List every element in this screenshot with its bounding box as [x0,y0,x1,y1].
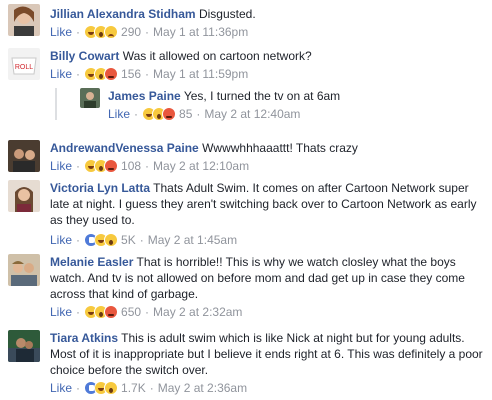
reply-thread-line [55,88,57,120]
wow-reaction-icon [104,233,119,247]
reaction-icons[interactable] [84,159,119,173]
comment-text: Yes, I turned the tv on at 6am [183,89,341,103]
svg-text:ROLL: ROLL [15,64,33,71]
separator: · [149,381,154,395]
comment-body: AndrewandVenessa Paine Wwwwhhhaaattt! Th… [50,140,480,156]
like-link[interactable]: Like [50,304,72,320]
separator: · [76,67,81,81]
reaction-icons[interactable] [84,67,119,81]
reaction-icons[interactable] [142,107,177,121]
comment-body: Victoria Lyn Latta Thats Adult Swim. It … [50,180,480,228]
commenter-name[interactable]: Tiara Atkins [50,331,118,345]
like-link[interactable]: Like [50,66,72,82]
separator: · [76,305,81,319]
reaction-count[interactable]: 5K [121,232,136,248]
reaction-icons[interactable] [84,233,119,247]
reaction-count[interactable]: 85 [179,106,192,122]
avatar[interactable] [8,180,40,212]
commenter-name[interactable]: Billy Cowart [50,49,119,63]
like-link[interactable]: Like [50,158,72,174]
commenter-name[interactable]: AndrewandVenessa Paine [50,141,199,155]
comment-body: Billy Cowart Was it allowed on cartoon n… [50,48,480,64]
timestamp[interactable]: May 1 at 11:59pm [153,66,248,82]
separator: · [139,233,144,247]
comment-meta: Like · 5K · May 2 at 1:45am [50,232,237,248]
avatar[interactable] [8,140,40,172]
comment-text: Wwwwhhhaaattt! Thats crazy [202,141,358,155]
commenter-name[interactable]: Victoria Lyn Latta [50,181,150,195]
timestamp[interactable]: May 2 at 12:10am [153,158,249,174]
avatar[interactable] [80,88,100,108]
like-link[interactable]: Like [108,106,130,122]
comment-body: Jillian Alexandra Stidham Disgusted. [50,6,480,22]
angry-reaction-icon [162,107,177,121]
avatar[interactable] [8,330,40,362]
comment-body: Melanie Easler That is horrible!! This i… [50,254,480,302]
avatar[interactable] [8,4,40,36]
comment-body: James Paine Yes, I turned the tv on at 6… [108,88,478,104]
commenter-name[interactable]: Jillian Alexandra Stidham [50,7,196,21]
separator: · [76,159,81,173]
commenter-name[interactable]: Melanie Easler [50,255,133,269]
separator: · [145,25,150,39]
avatar[interactable]: ROLL [8,48,40,80]
reaction-count[interactable]: 1.7K [121,380,146,396]
reaction-icons[interactable] [84,381,119,395]
comment-text: Disgusted. [198,7,256,21]
reaction-count[interactable]: 290 [121,24,141,40]
timestamp[interactable]: May 2 at 2:32am [153,304,242,320]
like-link[interactable]: Like [50,232,72,248]
reaction-count[interactable]: 156 [121,66,141,82]
comment-meta: Like · 1.7K · May 2 at 2:36am [50,380,247,396]
comment-meta: Like · 156 · May 1 at 11:59pm [50,66,248,82]
separator: · [145,67,150,81]
comment-meta: Like · 85 · May 2 at 12:40am [108,106,300,122]
reaction-icons[interactable] [84,25,119,39]
comment-meta: Like · 108 · May 2 at 12:10am [50,158,249,174]
reaction-count[interactable]: 108 [121,158,141,174]
wow-reaction-icon [104,381,119,395]
comment-body: Tiara Atkins This is adult swim which is… [50,330,486,378]
separator: · [196,107,201,121]
separator: · [76,25,81,39]
comment-text: Was it allowed on cartoon network? [122,49,312,63]
timestamp[interactable]: May 2 at 12:40am [204,106,300,122]
angry-reaction-icon [104,67,119,81]
angry-reaction-icon [104,159,119,173]
separator: · [145,159,150,173]
separator: · [134,107,139,121]
reaction-icons[interactable] [84,305,119,319]
separator: · [76,233,81,247]
avatar[interactable] [8,254,40,286]
timestamp[interactable]: May 2 at 1:45am [148,232,237,248]
comment-meta: Like · 290 · May 1 at 11:36pm [50,24,248,40]
separator: · [76,381,81,395]
timestamp[interactable]: May 2 at 2:36am [158,380,247,396]
like-link[interactable]: Like [50,24,72,40]
like-link[interactable]: Like [50,380,72,396]
angry-reaction-icon [104,305,119,319]
separator: · [145,305,150,319]
timestamp[interactable]: May 1 at 11:36pm [153,24,248,40]
sad-reaction-icon [104,25,119,39]
commenter-name[interactable]: James Paine [108,89,181,103]
comment-meta: Like · 650 · May 2 at 2:32am [50,304,242,320]
reaction-count[interactable]: 650 [121,304,141,320]
